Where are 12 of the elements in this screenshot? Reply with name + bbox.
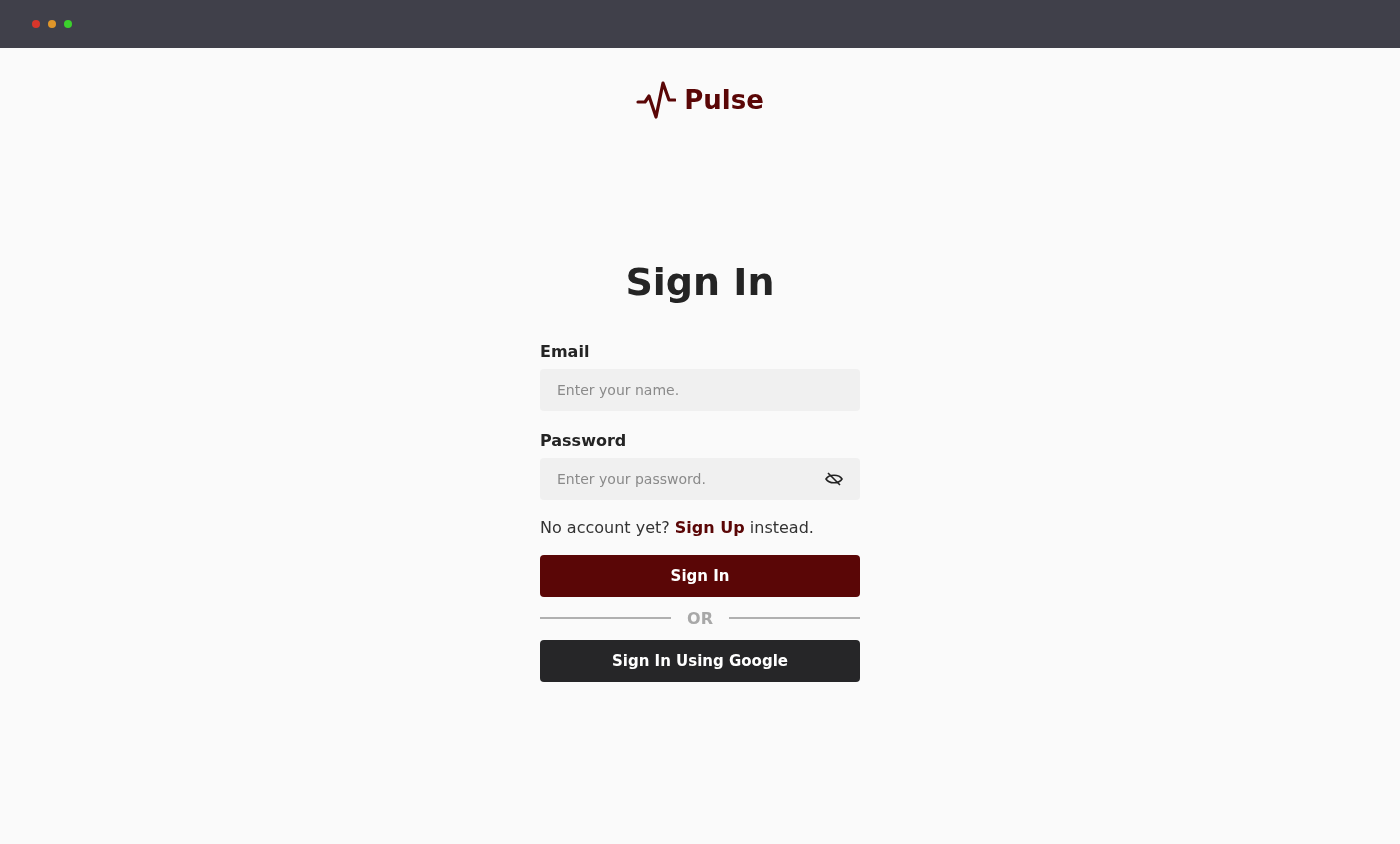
field-label: Email <box>540 341 591 361</box>
signup-prompt: No account yet? Sign Up instead. <box>540 517 815 537</box>
password-field[interactable]: Enter your password. <box>540 457 860 500</box>
sign-in-button[interactable]: Sign In <box>540 554 860 597</box>
google-sign-in-button[interactable]: Sign In Using Google <box>540 639 860 682</box>
page-heading: Sign In <box>625 260 775 306</box>
brand-name: Pulse <box>684 85 764 115</box>
email-field[interactable]: Enter your name. <box>540 368 860 411</box>
sign-up-link[interactable]: Sign Up <box>674 517 745 537</box>
field-label: Password <box>540 430 628 450</box>
divider-label: OR <box>687 608 713 628</box>
pulse-icon <box>636 80 677 120</box>
